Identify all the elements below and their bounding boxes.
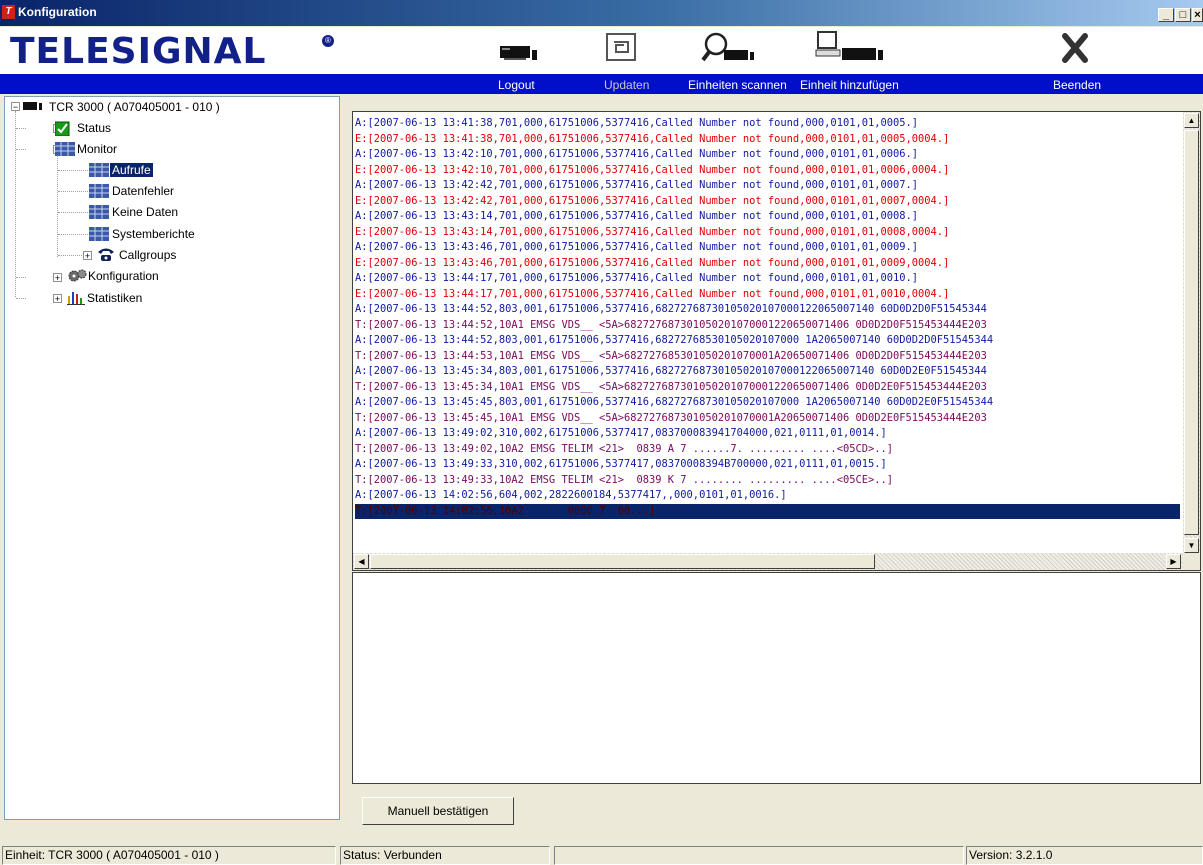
log-line[interactable]: A:[2007-06-13 13:49:02,310,002,61751006,…: [355, 426, 1180, 442]
grid-icon: [89, 184, 109, 198]
bar-chart-icon: [67, 290, 85, 305]
log-line[interactable]: A:[2007-06-13 13:42:10,701,000,61751006,…: [355, 147, 1180, 163]
brand-logo: TELESIGNAL ®: [0, 27, 342, 74]
horizontal-scroll-thumb[interactable]: [370, 554, 875, 569]
log-line[interactable]: E:[2007-06-13 13:43:14,701,000,61751006,…: [355, 225, 1180, 241]
app-icon: T: [2, 5, 15, 19]
log-line[interactable]: A:[2007-06-13 13:43:14,701,000,61751006,…: [355, 209, 1180, 225]
tree-guide: [58, 191, 88, 192]
tree-item-status[interactable]: Status: [77, 121, 111, 135]
close-button[interactable]: ×: [1192, 8, 1203, 22]
registered-mark: ®: [322, 35, 334, 47]
vertical-scroll-thumb[interactable]: [1184, 130, 1199, 535]
log-line[interactable]: A:[2007-06-13 13:45:34,803,001,61751006,…: [355, 364, 1180, 380]
tree-guide: [58, 234, 88, 235]
log-line[interactable]: A:[2007-06-13 13:43:46,701,000,61751006,…: [355, 240, 1180, 256]
status-connection: Status: Verbunden: [340, 846, 550, 865]
maximize-button[interactable]: □: [1175, 8, 1191, 22]
call-log-panel[interactable]: A:[2007-06-13 13:41:38,701,000,61751006,…: [352, 111, 1201, 571]
log-line[interactable]: A:[2007-06-13 13:44:52,803,001,61751006,…: [355, 302, 1180, 318]
scroll-down-button[interactable]: ▼: [1184, 538, 1199, 553]
tree-item-monitor[interactable]: Monitor: [77, 142, 117, 156]
call-log-text: A:[2007-06-13 13:41:38,701,000,61751006,…: [355, 116, 1180, 519]
expand-statistiken[interactable]: +: [53, 294, 62, 304]
grid-icon: [89, 205, 109, 219]
logout-button[interactable]: Logout: [498, 78, 535, 92]
log-line[interactable]: T:[2007-06-13 13:44:53,10A1 EMSG VDS__ <…: [355, 349, 1180, 365]
manual-confirm-button[interactable]: Manuell bestätigen: [362, 797, 514, 825]
tree-guide: [16, 298, 26, 299]
logout-device-icon[interactable]: [498, 30, 542, 69]
log-line[interactable]: A:[2007-06-13 13:44:52,803,001,61751006,…: [355, 333, 1180, 349]
gears-icon: [67, 268, 87, 282]
log-line[interactable]: A:[2007-06-13 13:44:17,701,000,61751006,…: [355, 271, 1180, 287]
tree-item-keine-daten[interactable]: Keine Daten: [112, 205, 178, 219]
navigation-tree: − TCR 3000 ( A070405001 - 010 ) + Status…: [4, 96, 340, 820]
tree-guide: [16, 277, 26, 278]
scroll-left-button[interactable]: ◀: [354, 554, 369, 569]
log-line[interactable]: A:[2007-06-13 14:02:56,604,002,282260018…: [355, 488, 1180, 504]
log-line[interactable]: A:[2007-06-13 13:45:45,803,001,61751006,…: [355, 395, 1180, 411]
window-title-bar: T Konfiguration _ □ ×: [0, 0, 1203, 26]
window-title: Konfiguration: [18, 5, 97, 19]
tree-item-datenfehler[interactable]: Datenfehler: [112, 184, 174, 198]
log-line[interactable]: T:[2007-06-13 13:49:02,10A2 EMSG TELIM <…: [355, 442, 1180, 458]
horizontal-scrollbar[interactable]: ◀ ▶: [353, 553, 1183, 570]
log-line[interactable]: T:[2007-06-13 13:49:33,10A2 EMSG TELIM <…: [355, 473, 1180, 489]
collapse-expander[interactable]: −: [11, 102, 20, 112]
tree-item-konfiguration[interactable]: Konfiguration: [88, 269, 159, 283]
monitor-grid-icon: [55, 142, 75, 156]
grid-icon: [89, 163, 109, 177]
log-line[interactable]: T:[2007-06-13 14:02:56,10A2 0000 7 00...…: [355, 503, 1180, 519]
tree-guide: [15, 111, 16, 297]
log-line[interactable]: T:[2007-06-13 13:45:34,10A1 EMSG VDS__ <…: [355, 380, 1180, 396]
log-line[interactable]: A:[2007-06-13 13:42:42,701,000,61751006,…: [355, 178, 1180, 194]
expand-callgroups[interactable]: +: [83, 251, 92, 261]
log-line[interactable]: T:[2007-06-13 13:45:45,10A1 EMSG VDS__ <…: [355, 411, 1180, 427]
scroll-up-button[interactable]: ▲: [1184, 113, 1199, 128]
scan-units-button[interactable]: Einheiten scannen: [688, 78, 787, 92]
status-unit: Einheit: TCR 3000 ( A070405001 - 010 ): [2, 846, 336, 865]
tree-item-aufrufe[interactable]: Aufrufe: [110, 163, 153, 177]
grid-icon: [89, 227, 109, 241]
vertical-scrollbar[interactable]: ▲ ▼: [1183, 112, 1200, 555]
tree-root-device[interactable]: TCR 3000 ( A070405001 - 010 ): [49, 100, 220, 114]
status-version: Version: 3.2.1.0: [966, 846, 1203, 865]
update-button[interactable]: Updaten: [604, 78, 649, 92]
scan-magnifier-icon[interactable]: [700, 30, 760, 69]
log-line[interactable]: E:[2007-06-13 13:42:42,701,000,61751006,…: [355, 194, 1180, 210]
exit-button[interactable]: Beenden: [1053, 78, 1101, 92]
exit-x-icon[interactable]: [1060, 30, 1090, 69]
phone-icon: [97, 247, 115, 261]
tree-guide: [58, 170, 88, 171]
tree-guide: [58, 212, 88, 213]
toolbar-label-band: [0, 74, 1203, 94]
log-line[interactable]: E:[2007-06-13 13:42:10,701,000,61751006,…: [355, 163, 1180, 179]
scroll-right-button[interactable]: ▶: [1166, 554, 1181, 569]
log-line[interactable]: E:[2007-06-13 13:43:46,701,000,61751006,…: [355, 256, 1180, 272]
device-icon: [23, 100, 42, 112]
log-line[interactable]: E:[2007-06-13 13:41:38,701,000,61751006,…: [355, 132, 1180, 148]
tree-guide: [16, 128, 26, 129]
expand-konfiguration[interactable]: +: [53, 273, 62, 283]
green-check-icon: [54, 121, 73, 137]
add-unit-computer-icon[interactable]: [814, 30, 890, 69]
tree-item-callgroups[interactable]: Callgroups: [119, 248, 176, 262]
detail-panel[interactable]: [352, 572, 1201, 784]
log-line[interactable]: T:[2007-06-13 13:44:52,10A1 EMSG VDS__ <…: [355, 318, 1180, 334]
tree-guide: [16, 149, 26, 150]
log-line[interactable]: A:[2007-06-13 13:41:38,701,000,61751006,…: [355, 116, 1180, 132]
add-unit-button[interactable]: Einheit hinzufügen: [800, 78, 899, 92]
log-line[interactable]: E:[2007-06-13 13:44:17,701,000,61751006,…: [355, 287, 1180, 303]
scroll-corner: [1183, 553, 1200, 570]
logo-text: TELESIGNAL: [10, 31, 267, 72]
log-line[interactable]: A:[2007-06-13 13:49:33,310,002,61751006,…: [355, 457, 1180, 473]
update-icon[interactable]: [604, 30, 640, 69]
status-empty: [554, 846, 964, 865]
tree-item-systemberichte[interactable]: Systemberichte: [112, 227, 195, 241]
tree-item-statistiken[interactable]: Statistiken: [87, 291, 142, 305]
minimize-button[interactable]: _: [1158, 8, 1174, 22]
